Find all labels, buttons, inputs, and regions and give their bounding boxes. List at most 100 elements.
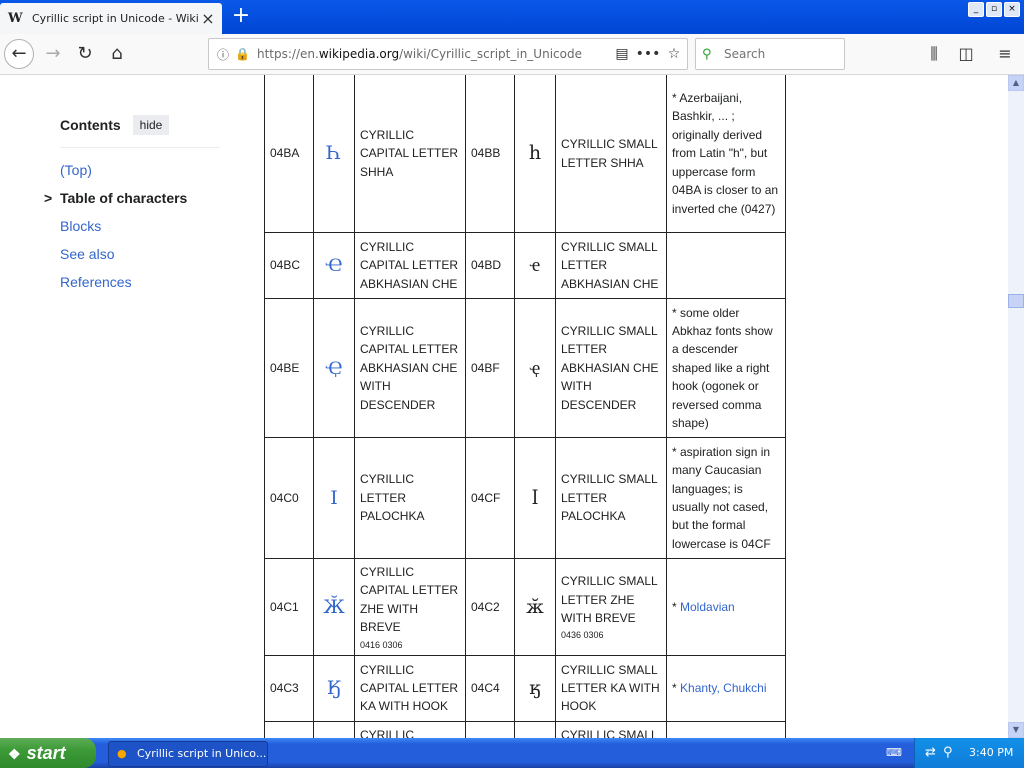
navigation-toolbar: ← → ↻ ⌂ ⓘ 🔒 https://en.wikipedia.org/wik…	[0, 34, 1024, 75]
glyph-link[interactable]: Ҿ	[313, 298, 355, 438]
character-name-text: CYRILLIC CAPITAL LETTER ZHE WITH BREVE	[360, 565, 459, 635]
system-tray: ⇄ ⚲ 3:40 PM	[914, 738, 1024, 768]
note	[666, 232, 786, 299]
code-point: 04BB	[465, 75, 515, 233]
character-name: CYRILLIC SMALL	[555, 720, 667, 738]
page-actions-icon[interactable]: •••	[635, 46, 661, 62]
taskbar-item-browser[interactable]: ● Cyrillic script in Unico...	[108, 741, 268, 767]
glyph-link[interactable]: Ӆ	[313, 720, 355, 738]
glyph: ӏ	[514, 437, 556, 559]
address-bar[interactable]: ⓘ 🔒 https://en.wikipedia.org/wiki/Cyrill…	[208, 38, 688, 70]
reload-icon[interactable]: ↻	[70, 39, 100, 69]
code-point: 04C2	[465, 558, 515, 656]
forward-arrow-icon[interactable]: →	[38, 39, 68, 69]
table-row: 04C1 Ӂ CYRILLIC CAPITAL LETTER ZHE WITH …	[264, 558, 786, 656]
window-controls: _ ▫ ×	[968, 2, 1020, 17]
toc-item-references[interactable]: References	[60, 268, 230, 296]
close-window-button[interactable]: ×	[1004, 2, 1020, 17]
start-button[interactable]: ❖ start	[0, 738, 96, 768]
code-point: 04BE	[264, 298, 314, 438]
glyph-link[interactable]: Ҽ	[313, 232, 355, 299]
magnifier-icon[interactable]: ⚲	[943, 745, 953, 760]
glyph-link[interactable]: Һ	[313, 75, 355, 233]
code-point: 04C3	[264, 654, 314, 722]
code-point: 04CF	[465, 437, 515, 559]
language-link[interactable]: Moldavian	[680, 600, 735, 614]
note: * Moldavian	[666, 558, 786, 656]
character-name: CYRILLIC SMALL LETTER ABKHASIAN CHE WITH…	[555, 298, 667, 438]
glyph-link[interactable]: Ӏ	[313, 437, 355, 559]
library-icon[interactable]: ⫼	[919, 39, 949, 69]
character-name: CYRILLIC	[354, 720, 466, 738]
vertical-scrollbar[interactable]: ▲ ▼	[1008, 75, 1024, 738]
glyph: ҽ	[514, 232, 556, 299]
table-row: 04BC Ҽ CYRILLIC CAPITAL LETTER ABKHASIAN…	[264, 232, 786, 299]
language-link[interactable]: Khanty, Chukchi	[680, 681, 767, 695]
toc-item-top[interactable]: (Top)	[60, 156, 230, 184]
search-icon: ⚲	[702, 46, 712, 62]
character-name: CYRILLIC CAPITAL LETTER ABKHASIAN CHE WI…	[354, 298, 466, 438]
toc-item-blocks[interactable]: Blocks	[60, 212, 230, 240]
table-row: 04C0 Ӏ CYRILLIC LETTER PALOCHKA 04CF ӏ C…	[264, 437, 786, 559]
glyph-link[interactable]: Ӂ	[313, 558, 355, 656]
code-point	[465, 720, 515, 738]
character-name: CYRILLIC SMALL LETTER PALOCHKA	[555, 437, 667, 559]
minimize-button[interactable]: _	[968, 2, 984, 17]
wikipedia-favicon-icon: W	[8, 11, 23, 26]
decomposition-sequence: 0436 0306	[561, 630, 604, 641]
toc-item-table-of-characters[interactable]: > Table of characters	[44, 184, 230, 212]
character-name: CYRILLIC SMALL LETTER KA WITH HOOK	[555, 654, 667, 722]
home-icon[interactable]: ⌂	[102, 39, 132, 69]
new-tab-button[interactable]: +	[230, 5, 252, 28]
characters-table: 04BA Һ CYRILLIC CAPITAL LETTER SHHA 04BB…	[264, 75, 786, 738]
character-name: CYRILLIC CAPITAL LETTER ZHE WITH BREVE 0…	[354, 558, 466, 656]
sidebar-icon[interactable]: ◫	[951, 39, 981, 69]
glyph	[514, 720, 556, 738]
clock[interactable]: 3:40 PM	[969, 738, 1013, 768]
browser-tab[interactable]: W Cyrillic script in Unicode - Wikipedia…	[0, 3, 222, 34]
toc-item-see-also[interactable]: See also	[60, 240, 230, 268]
table-of-contents: Contents hide (Top) > Table of character…	[44, 115, 230, 296]
tab-title: Cyrillic script in Unicode - Wikipedia	[32, 12, 198, 25]
character-name: CYRILLIC LETTER PALOCHKA	[354, 437, 466, 559]
toc-title: Contents	[60, 117, 121, 133]
code-point: 04C4	[465, 654, 515, 722]
note	[666, 720, 786, 738]
glyph-link[interactable]: Ӄ	[313, 654, 355, 722]
windows-logo-icon: ❖	[8, 746, 21, 762]
close-tab-icon[interactable]: ×	[198, 9, 218, 28]
info-icon[interactable]: ⓘ	[217, 46, 235, 63]
back-arrow-icon[interactable]: ←	[4, 39, 34, 69]
network-icon[interactable]: ⇄	[925, 745, 936, 760]
table-row: 04BA Һ CYRILLIC CAPITAL LETTER SHHA 04BB…	[264, 75, 786, 233]
code-point: 04BF	[465, 298, 515, 438]
glyph: һ	[514, 75, 556, 233]
note: * aspiration sign in many Caucasian lang…	[666, 437, 786, 559]
keyboard-icon[interactable]: ⌨	[886, 746, 902, 760]
toc-item-label: Table of characters	[60, 190, 188, 206]
page-content: Contents hide (Top) > Table of character…	[0, 75, 1008, 738]
maximize-button[interactable]: ▫	[986, 2, 1002, 17]
toc-hide-button[interactable]: hide	[132, 115, 170, 135]
start-label: start	[26, 743, 66, 763]
character-name: CYRILLIC SMALL LETTER ABKHASIAN CHE	[555, 232, 667, 299]
menu-icon[interactable]: ≡	[990, 39, 1020, 69]
taskbar: ❖ start ● Cyrillic script in Unico... ⌨ ⇄ …	[0, 738, 1024, 768]
character-name: CYRILLIC CAPITAL LETTER ABKHASIAN CHE	[354, 232, 466, 299]
decomposition-sequence: 0416 0306	[360, 639, 403, 650]
title-bar: W Cyrillic script in Unicode - Wikipedia…	[0, 0, 1024, 34]
search-input[interactable]: ⚲ Search	[695, 38, 845, 70]
character-name: CYRILLIC CAPITAL LETTER KA WITH HOOK	[354, 654, 466, 722]
url-text[interactable]: https://en.wikipedia.org/wiki/Cyrillic_s…	[257, 47, 609, 61]
reader-view-icon[interactable]: ▤	[609, 46, 635, 62]
lock-icon[interactable]: 🔒	[235, 47, 251, 61]
chevron-right-icon[interactable]: >	[44, 184, 52, 212]
scroll-thumb[interactable]	[1008, 294, 1024, 308]
character-name: CYRILLIC SMALL LETTER ZHE WITH BREVE 043…	[555, 558, 667, 656]
code-point	[264, 720, 314, 738]
scroll-up-arrow-icon[interactable]: ▲	[1008, 75, 1024, 91]
scroll-down-arrow-icon[interactable]: ▼	[1008, 722, 1024, 738]
note: * Khanty, Chukchi	[666, 654, 786, 722]
bookmark-star-icon[interactable]: ☆	[661, 46, 687, 62]
glyph: ҿ	[514, 298, 556, 438]
